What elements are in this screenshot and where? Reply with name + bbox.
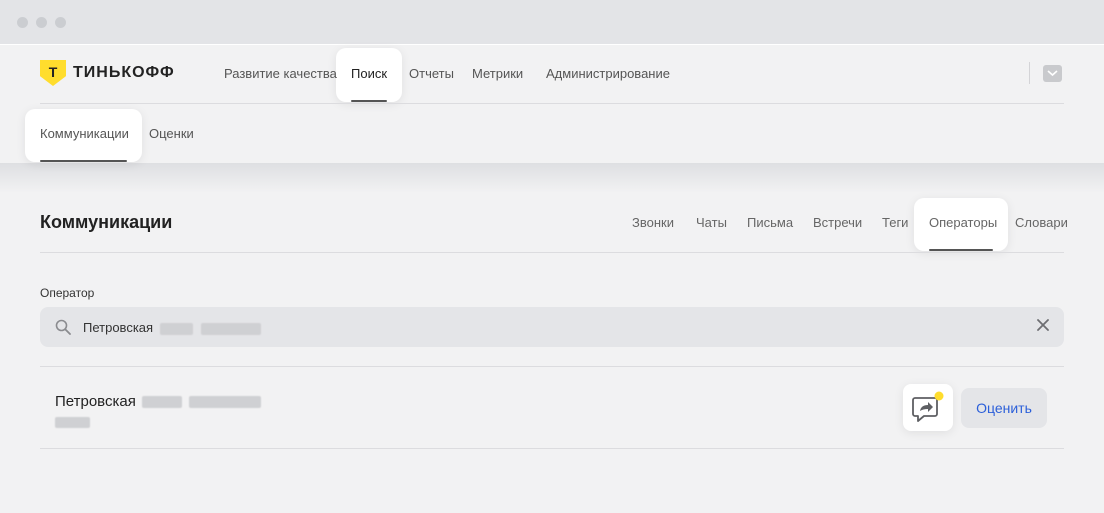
redacted-text <box>55 417 90 429</box>
window-minimize-dot[interactable] <box>36 17 47 28</box>
subnav-item-ratings[interactable]: Оценки <box>149 126 194 141</box>
brand-name: ТИНЬКОФФ <box>73 64 175 81</box>
clear-icon[interactable] <box>1037 319 1049 331</box>
feedback-share-icon <box>912 391 944 422</box>
tab-chats[interactable]: Чаты <box>696 215 727 230</box>
redacted-text <box>159 322 193 335</box>
header-shadow <box>0 163 1104 193</box>
results-top-separator <box>40 366 1064 367</box>
tab-active-underline <box>929 249 993 251</box>
brand-logo[interactable]: Т ТИНЬКОФФ <box>40 60 175 86</box>
tab-calls[interactable]: Звонки <box>632 215 674 230</box>
tab-dictionaries[interactable]: Словари <box>1015 215 1068 230</box>
operator-field-label: Оператор <box>40 286 95 300</box>
topnav-item-quality[interactable]: Развитие качества <box>224 66 337 81</box>
results-bottom-separator <box>40 448 1064 449</box>
operator-result-name-text: Петровская <box>55 393 136 410</box>
header-divider <box>1029 62 1030 84</box>
notification-dot <box>934 391 944 401</box>
tab-operators[interactable]: Операторы <box>929 215 997 230</box>
redacted-text <box>201 322 262 335</box>
page-title: Коммуникации <box>40 212 173 232</box>
account-menu-button[interactable] <box>1043 65 1062 82</box>
operator-search-value-text: Петровская <box>83 320 154 335</box>
rate-button[interactable]: Оценить <box>961 388 1047 428</box>
operator-search-value: Петровская <box>83 320 262 335</box>
window-close-dot[interactable] <box>17 17 28 28</box>
window-maximize-dot[interactable] <box>55 17 66 28</box>
subnav-item-communications[interactable]: Коммуникации <box>40 126 129 141</box>
account-menu-icon <box>1047 70 1058 77</box>
header-separator <box>40 103 1064 104</box>
search-icon <box>55 319 71 335</box>
tab-letters[interactable]: Письма <box>747 215 793 230</box>
tab-tags[interactable]: Теги <box>882 215 908 230</box>
brand-shield-icon: Т <box>40 60 66 86</box>
title-separator <box>40 252 1064 253</box>
topnav-item-metrics[interactable]: Метрики <box>472 66 523 81</box>
subnav-active-underline <box>40 160 127 162</box>
feedback-button[interactable] <box>903 384 953 431</box>
operator-result-name[interactable]: Петровская <box>55 393 262 410</box>
topnav-item-reports[interactable]: Отчеты <box>409 66 454 81</box>
window-titlebar <box>0 0 1104 44</box>
topnav-item-admin[interactable]: Администрирование <box>546 66 670 81</box>
topnav-active-underline <box>351 100 387 102</box>
topnav-item-search[interactable]: Поиск <box>351 66 387 81</box>
operator-result-subtitle <box>55 414 90 432</box>
redacted-text <box>142 396 183 409</box>
tab-meetings[interactable]: Встречи <box>813 215 862 230</box>
redacted-text <box>189 396 262 409</box>
operator-search-input[interactable]: Петровская <box>40 307 1064 347</box>
